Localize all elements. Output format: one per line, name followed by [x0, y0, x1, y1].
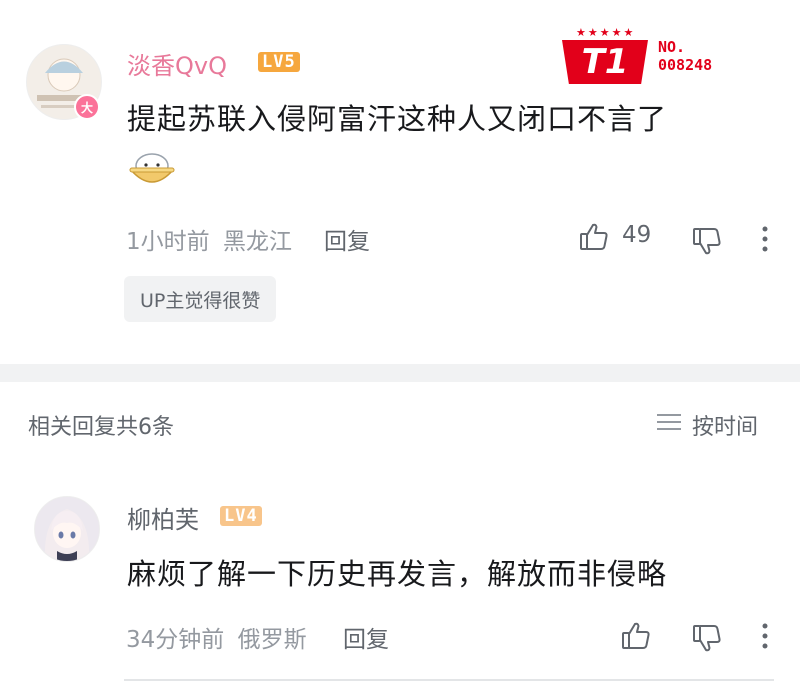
sort-icon [656, 412, 682, 438]
avatar-badge: 大 [74, 94, 100, 120]
thumb-up-icon[interactable] [578, 221, 610, 257]
thumb-down-icon[interactable] [691, 225, 723, 261]
reply-button[interactable]: 回复 [324, 222, 370, 256]
more-icon[interactable] [760, 225, 770, 257]
fan-badge-number: 008248 [658, 56, 713, 74]
sort-button[interactable]: 按时间 [656, 409, 758, 441]
comment-time: 1小时前 [126, 229, 210, 255]
bowl-emoji-icon [128, 150, 176, 194]
username[interactable]: 柳柏芙 [127, 500, 199, 535]
comment-meta: 1小时前 黑龙江 [126, 222, 292, 256]
username[interactable]: 淡香QvQ [127, 46, 227, 81]
sort-label: 按时间 [692, 415, 759, 440]
fan-badge-logo-text: T1 [581, 42, 629, 82]
replies-count: 相关回复共6条 [28, 415, 174, 440]
thumb-up-icon[interactable] [620, 620, 652, 656]
reply-button[interactable]: 回复 [343, 620, 389, 654]
avatar[interactable] [34, 496, 100, 562]
level-badge: LV5 [258, 52, 300, 72]
comment-location: 黑龙江 [222, 229, 292, 255]
comment-content: 麻烦了解一下历史再发言，解放而非侵略 [127, 557, 668, 591]
more-icon[interactable] [760, 622, 770, 654]
comment-location: 俄罗斯 [237, 627, 307, 653]
divider [124, 679, 774, 681]
fan-badge-stars: ★★★★★ [576, 26, 636, 39]
thumb-down-icon[interactable] [691, 622, 723, 658]
like-count: 49 [622, 222, 652, 248]
section-divider [0, 364, 800, 382]
comment-content: 提起苏联入侵阿富汗这种人又闭口不言了 [127, 102, 668, 136]
fan-badge-logo: T1 [562, 40, 648, 84]
comment-meta: 34分钟前 俄罗斯 [126, 620, 307, 654]
comment-time: 34分钟前 [126, 627, 225, 653]
level-badge: LV4 [220, 506, 262, 526]
fan-badge[interactable]: ★★★★★ T1 NO. 008248 [562, 26, 742, 96]
fan-badge-no-label: NO. [658, 38, 686, 56]
up-liked-tag: UP主觉得很赞 [124, 276, 277, 322]
